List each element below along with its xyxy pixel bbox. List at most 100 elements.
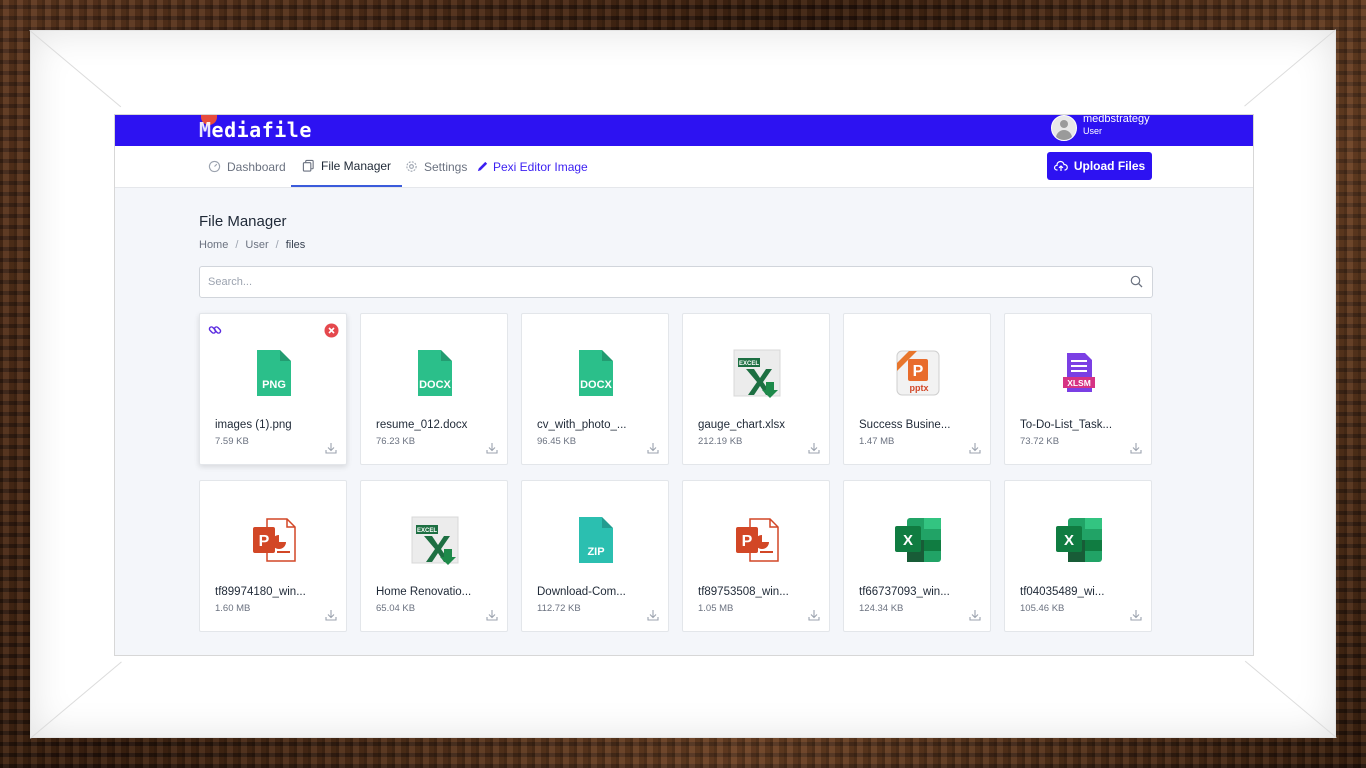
gear-icon bbox=[406, 161, 417, 172]
download-icon[interactable] bbox=[486, 442, 498, 454]
file-card[interactable]: Ptf89753508_win... 1.05 MB bbox=[682, 480, 830, 632]
tab-dashboard[interactable]: Dashboard bbox=[208, 146, 286, 187]
excel-file-icon: X bbox=[1056, 518, 1102, 562]
delete-icon[interactable] bbox=[324, 323, 339, 338]
powerpoint-letter: P bbox=[742, 533, 753, 550]
file-name: tf66737093_win... bbox=[859, 586, 950, 598]
powerpoint-file-icon: P bbox=[736, 518, 779, 562]
file-type-label: EXCEL bbox=[417, 528, 437, 534]
file-card[interactable]: Xtf04035489_wi... 105.46 KB bbox=[1004, 480, 1152, 632]
file-size: 112.72 KB bbox=[537, 603, 581, 614]
file-card[interactable]: ZIP Download-Com... 112.72 KB bbox=[521, 480, 669, 632]
pptx-file-icon: Ppptx bbox=[896, 350, 940, 396]
file-name: tf04035489_wi... bbox=[1020, 586, 1105, 598]
file-size: 65.04 KB bbox=[376, 603, 416, 614]
docx-file-icon: DOCX bbox=[579, 350, 613, 396]
tab-settings[interactable]: Settings bbox=[405, 146, 467, 187]
file-card[interactable]: DOCX resume_012.docx 76.23 KB bbox=[360, 313, 508, 465]
excel-file-icon: EXCEL bbox=[733, 349, 781, 398]
docx-file-icon: DOCX bbox=[418, 350, 452, 396]
files-copy-icon bbox=[302, 159, 314, 172]
file-card[interactable]: Ptf89974180_win... 1.60 MB bbox=[199, 480, 347, 632]
download-icon[interactable] bbox=[486, 609, 498, 621]
search-icon[interactable] bbox=[1130, 275, 1143, 288]
file-name: tf89753508_win... bbox=[698, 586, 789, 598]
powerpoint-file-icon: P bbox=[253, 518, 296, 562]
tab-file-manager[interactable]: File Manager bbox=[291, 146, 403, 187]
file-type-label: X bbox=[903, 532, 913, 549]
user-name: medbstrategy bbox=[1083, 114, 1150, 125]
download-icon[interactable] bbox=[969, 609, 981, 621]
breadcrumb-home[interactable]: Home bbox=[199, 239, 228, 251]
avatar[interactable] bbox=[1051, 115, 1077, 141]
excel-file-icon: X bbox=[895, 518, 941, 562]
file-type-label: pptx bbox=[910, 383, 929, 393]
file-type-label: DOCX bbox=[419, 379, 451, 391]
download-icon[interactable] bbox=[1130, 609, 1142, 621]
link-icon[interactable] bbox=[208, 323, 222, 337]
breadcrumb: Home / User / files bbox=[199, 239, 305, 251]
tab-dashboard-label: Dashboard bbox=[227, 159, 286, 174]
page-title: File Manager bbox=[199, 213, 287, 230]
app-window: Mediafile medbstrategy User Dashboard Fi… bbox=[114, 114, 1254, 656]
file-name: resume_012.docx bbox=[376, 419, 468, 431]
file-type-label: X bbox=[1064, 532, 1074, 549]
file-name: images (1).png bbox=[215, 419, 292, 431]
search-box bbox=[199, 266, 1153, 298]
tab-settings-label: Settings bbox=[424, 159, 468, 174]
excel-file-icon: EXCEL bbox=[411, 516, 459, 565]
breadcrumb-user[interactable]: User bbox=[245, 239, 268, 251]
upload-files-button[interactable]: Upload Files bbox=[1047, 152, 1152, 180]
file-type-label: XLSM bbox=[1067, 378, 1091, 388]
file-size: 105.46 KB bbox=[1020, 603, 1065, 614]
tab-pexi-editor-label: Pexi Editor Image bbox=[493, 159, 588, 174]
download-icon[interactable] bbox=[647, 442, 659, 454]
file-type-label: DOCX bbox=[580, 379, 612, 391]
download-icon[interactable] bbox=[325, 609, 337, 621]
nav-bar: Dashboard File Manager Settings Pexi Edi… bbox=[115, 146, 1253, 188]
download-icon[interactable] bbox=[1130, 442, 1142, 454]
file-size: 1.05 MB bbox=[698, 603, 734, 614]
tab-file-manager-label: File Manager bbox=[321, 158, 392, 173]
file-type-label: ZIP bbox=[587, 546, 604, 558]
breadcrumb-separator: / bbox=[235, 239, 239, 251]
file-size: 124.34 KB bbox=[859, 603, 904, 614]
file-name: Download-Com... bbox=[537, 586, 626, 598]
file-name: Success Busine... bbox=[859, 419, 951, 431]
file-size: 1.60 MB bbox=[215, 603, 251, 614]
file-size: 96.45 KB bbox=[537, 436, 577, 447]
brand-logo[interactable]: Mediafile bbox=[199, 118, 312, 142]
file-card[interactable]: PNG images (1).png 7.59 KB bbox=[199, 313, 347, 465]
download-icon[interactable] bbox=[325, 442, 337, 454]
file-size: 7.59 KB bbox=[215, 436, 249, 447]
file-card[interactable]: EXCEL gauge_chart.xlsx 212.19 KB bbox=[682, 313, 830, 465]
user-role: User bbox=[1083, 126, 1103, 136]
file-size: 1.47 MB bbox=[859, 436, 895, 447]
file-type-label: PNG bbox=[262, 379, 286, 391]
download-icon[interactable] bbox=[647, 609, 659, 621]
download-icon[interactable] bbox=[969, 442, 981, 454]
upload-files-label: Upload Files bbox=[1073, 159, 1146, 173]
pencil-icon bbox=[477, 161, 488, 172]
file-card[interactable]: XLSM To-Do-List_Task... 73.72 KB bbox=[1004, 313, 1152, 465]
file-card[interactable]: Ppptx Success Busine... 1.47 MB bbox=[843, 313, 991, 465]
file-name: Home Renovatio... bbox=[376, 586, 472, 598]
zip-file-icon: ZIP bbox=[579, 517, 613, 563]
powerpoint-letter: P bbox=[259, 533, 270, 550]
tab-pexi-editor[interactable]: Pexi Editor Image bbox=[476, 146, 588, 187]
search-input[interactable] bbox=[200, 267, 1116, 297]
cloud-upload-icon bbox=[1053, 160, 1068, 171]
png-file-icon: PNG bbox=[257, 350, 291, 396]
file-name: To-Do-List_Task... bbox=[1020, 419, 1113, 431]
file-size: 73.72 KB bbox=[1020, 436, 1060, 447]
file-card[interactable]: DOCX cv_with_photo_... 96.45 KB bbox=[521, 313, 669, 465]
xlsm-file-icon: XLSM bbox=[1063, 353, 1095, 392]
dashboard-gauge-icon bbox=[208, 160, 221, 173]
top-bar: Mediafile medbstrategy User bbox=[115, 115, 1253, 146]
download-icon[interactable] bbox=[808, 609, 820, 621]
file-name: cv_with_photo_... bbox=[537, 419, 627, 431]
file-card[interactable]: Xtf66737093_win... 124.34 KB bbox=[843, 480, 991, 632]
file-name: gauge_chart.xlsx bbox=[698, 419, 785, 431]
download-icon[interactable] bbox=[808, 442, 820, 454]
file-card[interactable]: EXCEL Home Renovatio... 65.04 KB bbox=[360, 480, 508, 632]
